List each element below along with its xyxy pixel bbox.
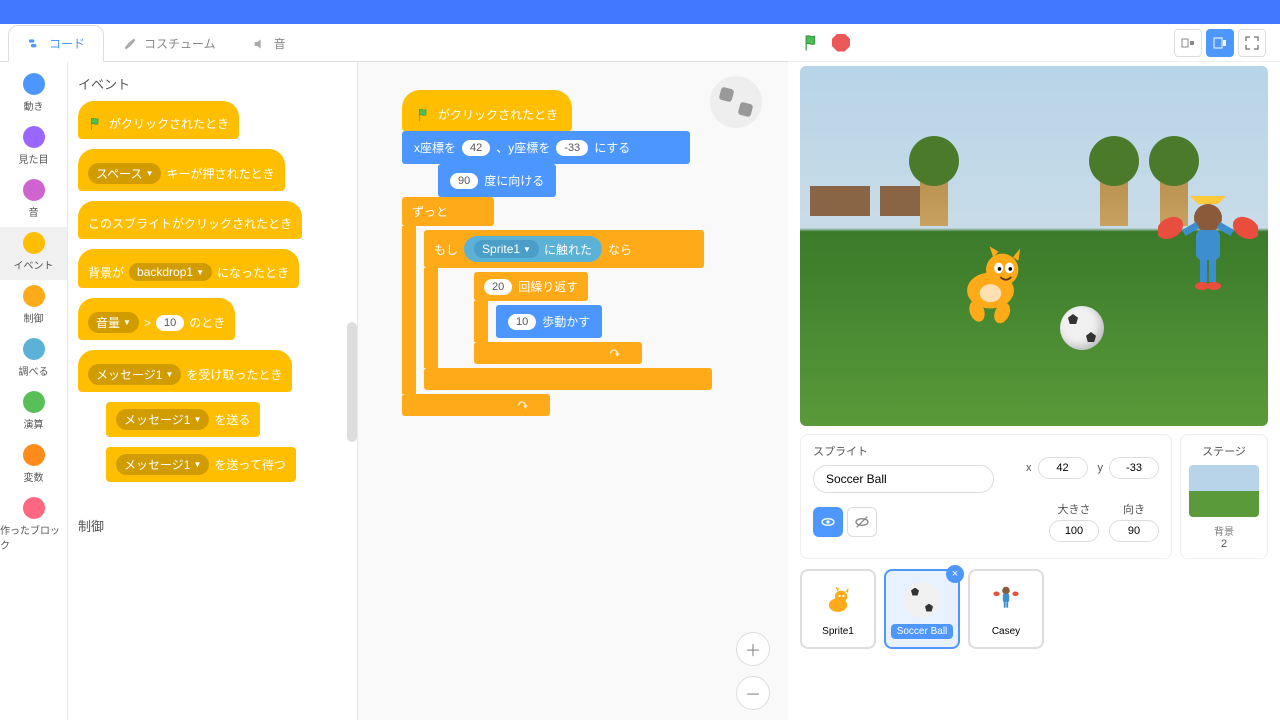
category-動き[interactable]: 動き	[0, 68, 67, 121]
block-when-backdrop-switches[interactable]: 背景が backdrop1▼ になったとき	[78, 249, 299, 288]
palette-scrollbar[interactable]	[347, 322, 357, 442]
brush-icon	[122, 36, 138, 52]
tab-code-label: コード	[49, 35, 85, 52]
script-move-steps[interactable]: 10 歩動かす	[496, 305, 602, 338]
block-broadcast-wait[interactable]: メッセージ1▼ を送って待つ	[106, 447, 296, 482]
script-if[interactable]: もし Sprite1▼ に触れた なら 20	[424, 230, 712, 390]
category-音[interactable]: 音	[0, 174, 67, 227]
sprite-card-sprite1[interactable]: Sprite1	[800, 569, 876, 649]
tab-code[interactable]: コード	[8, 25, 104, 62]
palette-header-events: イベント	[78, 74, 347, 93]
delete-sprite-button[interactable]: ×	[946, 565, 964, 583]
category-dot-icon	[23, 497, 45, 519]
sprite-hide-button[interactable]	[847, 507, 877, 537]
category-イベント[interactable]: イベント	[0, 227, 67, 280]
block-when-loudness[interactable]: 音量▼ > 10 のとき	[78, 298, 235, 340]
loop-arrow-icon	[606, 344, 622, 360]
sprite-x-input[interactable]	[1038, 457, 1088, 479]
stage-scenery	[920, 176, 948, 226]
green-flag-icon	[88, 116, 104, 132]
stage-sprite-casey[interactable]	[1158, 196, 1258, 316]
zoom-out-button[interactable]: －	[736, 676, 770, 710]
block-broadcast[interactable]: メッセージ1▼ を送る	[106, 402, 260, 437]
sprite-direction-input[interactable]	[1109, 520, 1159, 542]
sprite-y-input[interactable]	[1109, 457, 1159, 479]
stage-selector[interactable]: ステージ 背景 2	[1180, 434, 1268, 559]
category-dot-icon	[23, 444, 45, 466]
sound-icon	[252, 36, 268, 52]
zoom-in-button[interactable]: ＋	[736, 632, 770, 666]
sprite-watermark	[710, 76, 762, 128]
green-flag-button[interactable]	[802, 33, 822, 53]
fullscreen-button[interactable]	[1238, 29, 1266, 57]
tab-sounds[interactable]: 音	[234, 26, 304, 61]
palette-header-control: 制御	[78, 516, 347, 535]
sprite-info-panel: スプライト x y 大きさ 向き	[800, 434, 1172, 559]
touching-reporter[interactable]: Sprite1▼ に触れた	[464, 236, 602, 262]
block-palette[interactable]: イベント がクリックされたとき スペース▼ キーが押されたとき このスブライトが…	[68, 62, 358, 720]
category-dot-icon	[23, 285, 45, 307]
sprite-size-input[interactable]	[1049, 520, 1099, 542]
script-repeat[interactable]: 20 回繰り返す 10 歩動かす	[446, 272, 712, 364]
category-dot-icon	[23, 179, 45, 201]
stage-scenery	[810, 186, 870, 216]
stage-size-small-button[interactable]	[1174, 29, 1202, 57]
sprite-card-casey[interactable]: Casey	[968, 569, 1044, 649]
script-when-flag[interactable]: がクリックされたとき	[402, 90, 572, 131]
code-icon	[27, 36, 43, 52]
category-調べる[interactable]: 調べる	[0, 333, 67, 386]
block-when-receive[interactable]: メッセージ1▼ を受け取ったとき	[78, 350, 292, 392]
block-when-key-pressed[interactable]: スペース▼ キーが押されたとき	[78, 149, 285, 191]
stage-sprite-cat[interactable]	[950, 236, 1040, 336]
category-変数[interactable]: 変数	[0, 439, 67, 492]
category-dot-icon	[23, 338, 45, 360]
script-stack[interactable]: がクリックされたとき x座標を 42 、y座標を -33 にする 90 度に向け…	[402, 90, 712, 416]
category-dot-icon	[23, 232, 45, 254]
stage-sprite-ball[interactable]	[1060, 306, 1104, 350]
stage-canvas[interactable]	[800, 66, 1268, 426]
tab-costumes-label: コスチューム	[144, 35, 216, 52]
category-dot-icon	[23, 73, 45, 95]
sprite-name-label: スプライト	[813, 443, 1016, 459]
stage-size-large-button[interactable]	[1206, 29, 1234, 57]
category-dot-icon	[23, 391, 45, 413]
script-point-direction[interactable]: 90 度に向ける	[438, 164, 556, 197]
stage-scenery	[1100, 176, 1128, 226]
category-制御[interactable]: 制御	[0, 280, 67, 333]
category-list: 動き見た目音イベント制御調べる演算変数作ったブロック	[0, 62, 68, 720]
sprite-name-input[interactable]	[813, 465, 994, 493]
editor-tabs: コード コスチューム 音	[0, 24, 788, 62]
sprite-show-button[interactable]	[813, 507, 843, 537]
zoom-controls: ＋ －	[736, 632, 770, 710]
stage-thumbnail	[1189, 465, 1259, 517]
category-演算[interactable]: 演算	[0, 386, 67, 439]
category-見た目[interactable]: 見た目	[0, 121, 67, 174]
block-when-sprite-clicked[interactable]: このスブライトがクリックされたとき	[78, 201, 302, 239]
script-goto-xy[interactable]: x座標を 42 、y座標を -33 にする	[402, 131, 690, 164]
tab-costumes[interactable]: コスチューム	[104, 26, 234, 61]
green-flag-icon	[416, 107, 432, 123]
menu-bar	[0, 0, 1280, 24]
script-workspace[interactable]: がクリックされたとき x座標を 42 、y座標を -33 にする 90 度に向け…	[358, 62, 788, 720]
stop-button[interactable]	[832, 34, 850, 52]
loop-arrow-icon	[514, 396, 530, 412]
sprite-list: Sprite1 × Soccer Ball Casey	[800, 569, 1268, 710]
tab-sounds-label: 音	[274, 35, 286, 52]
block-when-flag-clicked[interactable]: がクリックされたとき	[78, 101, 239, 139]
script-forever[interactable]: ずっと もし Sprite1▼ に触れた なら	[402, 197, 712, 416]
sprite-card-soccerball[interactable]: × Soccer Ball	[884, 569, 960, 649]
category-作ったブロック[interactable]: 作ったブロック	[0, 492, 67, 560]
category-dot-icon	[23, 126, 45, 148]
